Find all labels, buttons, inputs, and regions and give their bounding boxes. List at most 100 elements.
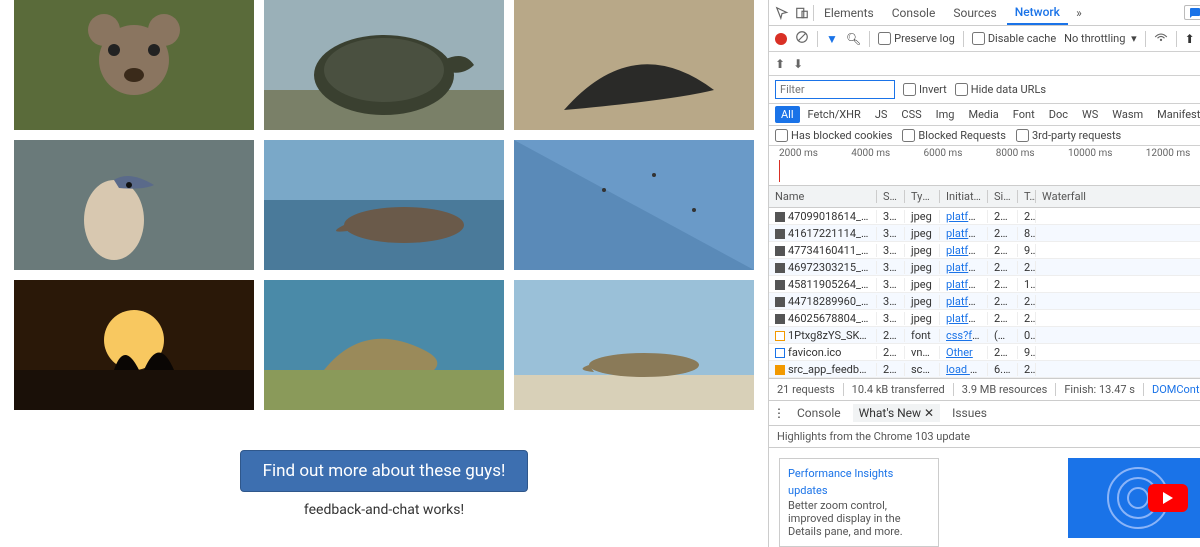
drawer-tab-whatsnew[interactable]: What's New ✕ xyxy=(853,404,940,422)
type-js[interactable]: JS xyxy=(869,106,894,123)
table-row[interactable]: 41617221114_4d5...304jpegplatform...235.… xyxy=(769,225,1200,242)
initiator-link[interactable]: platform... xyxy=(946,210,988,223)
gallery-image[interactable] xyxy=(264,140,504,270)
search-icon[interactable]: 🔍︎ xyxy=(846,32,861,46)
status-transferred: 10.4 kB transferred xyxy=(844,383,954,396)
status-resources: 3.9 MB resources xyxy=(954,383,1057,396)
filter-icon[interactable]: ▼ xyxy=(826,32,838,46)
initiator-link[interactable]: load scri... xyxy=(946,363,988,376)
drawer-content: Performance Insights updates Better zoom… xyxy=(769,448,1200,547)
gallery-image[interactable] xyxy=(14,280,254,410)
more-tabs-icon[interactable]: » xyxy=(1070,4,1088,22)
type-fetch[interactable]: Fetch/XHR xyxy=(802,106,867,123)
kebab-icon[interactable]: ⋮ xyxy=(773,406,785,420)
throttling-select[interactable]: No throttling ▾ xyxy=(1064,32,1136,45)
initiator-link[interactable]: platform... xyxy=(946,295,988,308)
initiator-link[interactable]: css?fam... xyxy=(946,329,988,342)
blocked-cookies-checkbox[interactable]: Has blocked cookies xyxy=(775,129,892,142)
table-row[interactable]: favicon.ico200vnd...Other233...9... xyxy=(769,344,1200,361)
gallery-image[interactable] xyxy=(14,0,254,130)
type-ws[interactable]: WS xyxy=(1076,106,1104,123)
col-type[interactable]: Type xyxy=(905,190,940,203)
gallery-image[interactable] xyxy=(514,0,754,130)
type-filter-bar: All Fetch/XHR JS CSS Img Media Font Doc … xyxy=(769,104,1200,126)
file-type-icon xyxy=(775,246,785,256)
col-waterfall[interactable]: Waterfall▲ xyxy=(1036,190,1200,203)
initiator-link[interactable]: platform... xyxy=(946,278,988,291)
preserve-log-checkbox[interactable]: Preserve log xyxy=(878,32,955,45)
type-all[interactable]: All xyxy=(775,106,800,123)
drawer-tab-issues[interactable]: Issues xyxy=(946,404,993,422)
col-initiator[interactable]: Initiator xyxy=(940,190,988,203)
initiator-link[interactable]: platform... xyxy=(946,227,988,240)
initiator-link[interactable]: Other xyxy=(946,346,973,359)
webpage-content: Find out more about these guys! feedback… xyxy=(0,0,768,547)
load-marker xyxy=(779,160,780,182)
initiator-link[interactable]: platform... xyxy=(946,261,988,274)
drawer-tab-console[interactable]: Console xyxy=(791,404,847,422)
import-icon[interactable]: ⬆ xyxy=(1185,32,1195,46)
clear-icon[interactable] xyxy=(795,30,809,47)
third-party-checkbox[interactable]: 3rd-party requests xyxy=(1016,129,1121,142)
file-type-icon xyxy=(775,280,785,290)
filter-input[interactable] xyxy=(775,80,895,99)
col-status[interactable]: Stat.. xyxy=(877,190,905,203)
gallery-image[interactable] xyxy=(14,140,254,270)
status-dcl: DOMContentLoaded: 24 xyxy=(1144,383,1200,396)
upload-icon[interactable]: ⬆ xyxy=(775,57,785,71)
type-css[interactable]: CSS xyxy=(895,106,927,123)
invert-checkbox[interactable]: Invert xyxy=(903,83,947,96)
table-row[interactable]: 47734160411_f2b6...304jpegplatform...235… xyxy=(769,242,1200,259)
disable-cache-checkbox[interactable]: Disable cache xyxy=(972,32,1056,45)
network-table-header: Name Stat.. Type Initiator Size T.. Wate… xyxy=(769,186,1200,208)
col-time[interactable]: T.. xyxy=(1018,190,1036,203)
record-icon[interactable] xyxy=(775,33,787,45)
promo-video[interactable]: new xyxy=(1068,458,1200,538)
insight-card[interactable]: Performance Insights updates Better zoom… xyxy=(779,458,939,547)
tick-label: 6000 ms xyxy=(923,148,962,159)
insight-subtitle: updates xyxy=(788,484,930,497)
table-row[interactable]: 46972303215_793...304jpegplatform...235.… xyxy=(769,259,1200,276)
network-conditions-icon[interactable] xyxy=(1154,30,1168,47)
tab-network[interactable]: Network xyxy=(1007,1,1068,25)
type-media[interactable]: Media xyxy=(962,106,1004,123)
insight-title: Performance Insights xyxy=(788,467,930,480)
initiator-link[interactable]: platform... xyxy=(946,312,988,325)
extra-filter-bar: Has blocked cookies Blocked Requests 3rd… xyxy=(769,126,1200,146)
table-row[interactable]: 45811905264_be3...304jpegplatform...235.… xyxy=(769,276,1200,293)
inspect-icon[interactable] xyxy=(773,4,791,22)
play-icon xyxy=(1148,484,1188,512)
type-doc[interactable]: Doc xyxy=(1043,106,1074,123)
blocked-requests-checkbox[interactable]: Blocked Requests xyxy=(902,129,1006,142)
initiator-link[interactable]: platform... xyxy=(946,244,988,257)
tab-console[interactable]: Console xyxy=(884,2,944,24)
gallery-image[interactable] xyxy=(264,280,504,410)
table-row[interactable]: 47099018614_5a6...304jpegplatform...235.… xyxy=(769,208,1200,225)
issues-badge[interactable]: 1 xyxy=(1184,5,1200,20)
table-row[interactable]: 46025678804_fb8c...304jpegplatform...234… xyxy=(769,310,1200,327)
download-icon[interactable]: ⬇ xyxy=(793,57,803,71)
status-requests: 21 requests xyxy=(769,383,844,396)
find-out-more-button[interactable]: Find out more about these guys! xyxy=(240,450,529,492)
table-row[interactable]: 44718289960_e83...304jpegplatform...234.… xyxy=(769,293,1200,310)
drawer-tab-bar: ⋮ Console What's New ✕ Issues ✕ xyxy=(769,400,1200,426)
gallery-image[interactable] xyxy=(264,0,504,130)
type-manifest[interactable]: Manifest xyxy=(1151,106,1200,123)
col-name[interactable]: Name xyxy=(769,190,877,203)
file-type-icon xyxy=(775,212,785,222)
table-row[interactable]: src_app_feedback-...200scriptload scri..… xyxy=(769,361,1200,378)
tab-sources[interactable]: Sources xyxy=(945,2,1004,24)
device-toggle-icon[interactable] xyxy=(793,4,811,22)
type-img[interactable]: Img xyxy=(930,106,961,123)
type-font[interactable]: Font xyxy=(1007,106,1041,123)
file-type-icon xyxy=(775,314,785,324)
table-row[interactable]: 1Ptxg8zYS_SKggP...200fontcss?fam...(me..… xyxy=(769,327,1200,344)
gallery-image[interactable] xyxy=(514,280,754,410)
tab-elements[interactable]: Elements xyxy=(816,2,882,24)
network-overview[interactable]: 2000 ms 4000 ms 6000 ms 8000 ms 10000 ms… xyxy=(769,146,1200,186)
gallery-image[interactable] xyxy=(514,140,754,270)
type-wasm[interactable]: Wasm xyxy=(1106,106,1149,123)
col-size[interactable]: Size xyxy=(988,190,1018,203)
hide-urls-checkbox[interactable]: Hide data URLs xyxy=(955,83,1046,96)
tick-label: 4000 ms xyxy=(851,148,890,159)
